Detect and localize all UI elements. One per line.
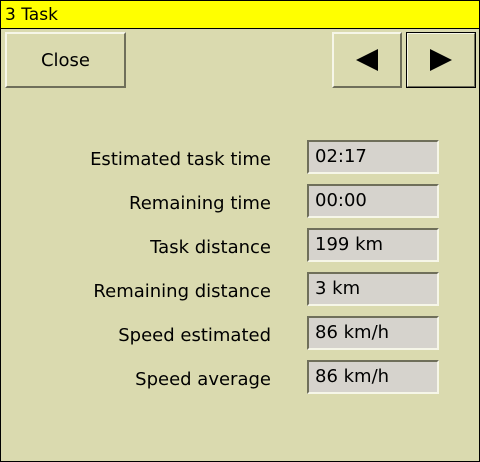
close-button[interactable]: Close [5, 32, 126, 88]
speed-average-label: Speed average [135, 369, 271, 390]
task-distance-label: Task distance [150, 237, 271, 258]
triangle-right-icon [430, 49, 452, 71]
estimated-task-time-value: 02:17 [307, 140, 439, 174]
remaining-distance-value: 3 km [307, 272, 439, 306]
title-bar: 3 Task [1, 1, 479, 29]
next-page-button[interactable] [406, 32, 476, 88]
remaining-time-value: 00:00 [307, 184, 439, 218]
task-distance-value: 199 km [307, 228, 439, 262]
window-title: 3 Task [5, 5, 58, 25]
estimated-task-time-label: Estimated task time [90, 149, 271, 170]
speed-average-value: 86 km/h [307, 360, 439, 394]
remaining-distance-label: Remaining distance [93, 281, 271, 302]
triangle-left-icon [356, 49, 378, 71]
task-dialog: 3 Task Close Estimated task time 02:17 R… [0, 0, 480, 462]
speed-estimated-value: 86 km/h [307, 316, 439, 350]
speed-estimated-label: Speed estimated [118, 325, 271, 346]
remaining-time-label: Remaining time [129, 193, 271, 214]
previous-page-button[interactable] [332, 32, 402, 88]
